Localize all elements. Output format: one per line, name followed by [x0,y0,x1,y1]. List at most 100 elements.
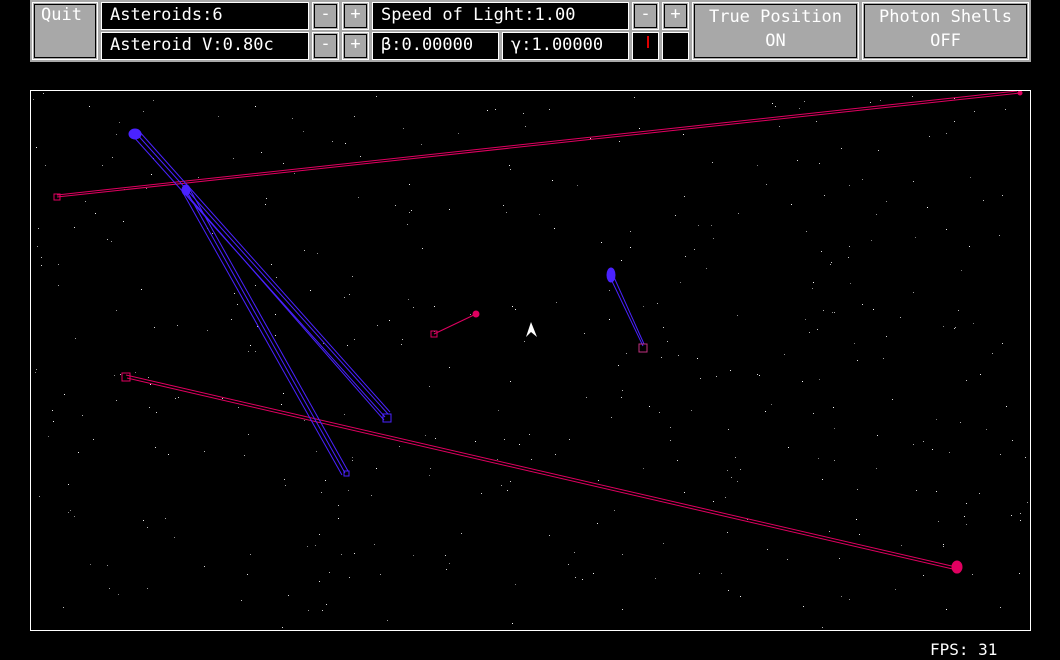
star [788,447,789,448]
star [523,113,524,114]
star [430,468,431,469]
star [915,237,916,238]
star [966,503,967,504]
speed-of-light-decrease-button[interactable]: - [632,2,659,30]
star [901,545,902,546]
star [643,468,644,469]
star [288,595,289,596]
star [554,228,555,229]
star [529,434,530,435]
star [175,398,176,399]
star [58,285,59,286]
star [913,444,914,445]
star [1005,109,1006,110]
star [819,379,820,380]
star [663,543,664,544]
asteroid-red-3 [430,310,480,338]
quit-button[interactable]: Quit [32,2,98,60]
star [512,623,513,624]
star [643,306,644,307]
star [816,121,817,122]
star [481,493,482,494]
star [116,310,117,311]
star [841,596,842,597]
star [829,531,830,532]
star [819,163,820,164]
star [1020,520,1021,521]
asteroid-velocity-decrease-button[interactable]: - [312,32,339,60]
star [135,372,136,373]
star [663,327,664,328]
star [153,100,154,101]
star [174,537,175,538]
asteroid-velocity-display: Asteroid V:0.80c [101,32,309,60]
star [35,372,36,373]
star [33,99,34,100]
star [938,521,939,522]
asteroid-count-increase-button[interactable]: + [342,2,369,30]
star [949,452,950,453]
star [510,481,511,482]
star [95,213,96,214]
star [358,197,359,198]
star [504,439,505,440]
star [961,270,962,271]
star [310,290,311,291]
star [876,468,877,469]
star [831,262,832,263]
star [344,297,345,298]
star [154,327,155,328]
star [525,126,526,127]
star [102,165,103,166]
star [146,188,147,189]
star [737,315,738,316]
star [497,459,498,460]
star [713,501,714,502]
star [670,427,671,428]
star [435,438,436,439]
star [880,100,881,101]
star [655,578,656,579]
star [322,610,323,611]
star [403,128,404,129]
asteroid-count-decrease-button[interactable]: - [312,2,339,30]
true-position-toggle[interactable]: True Position ON [692,2,859,60]
asteroid-velocity-increase-button[interactable]: + [342,32,369,60]
star [775,106,776,107]
star [168,454,169,455]
star [834,460,835,461]
asteroid-red-1 [53,91,1023,201]
star [317,253,318,254]
star [429,475,430,476]
star [111,241,112,242]
star [684,492,685,493]
star [395,205,396,206]
speed-of-light-increase-button[interactable]: + [662,2,689,30]
star [549,109,550,110]
photon-shells-toggle[interactable]: Photon Shells OFF [862,2,1029,60]
star [413,555,414,556]
star [804,101,805,102]
speed-of-light-display: Speed of Light:1.00 [372,2,629,30]
star [784,354,785,355]
star [621,397,622,398]
star [255,285,256,286]
star [849,185,850,186]
star [349,577,350,578]
star [374,544,375,545]
star [630,231,631,232]
star [402,339,403,340]
star [204,451,205,452]
star [1027,502,1028,503]
star [149,407,150,408]
star [895,589,896,590]
star [813,282,814,283]
play-field[interactable] [30,90,1031,631]
star [661,357,662,358]
star [979,493,980,494]
star [352,460,353,461]
star [68,484,69,485]
star [955,327,956,328]
star [315,545,316,546]
star [119,122,120,123]
